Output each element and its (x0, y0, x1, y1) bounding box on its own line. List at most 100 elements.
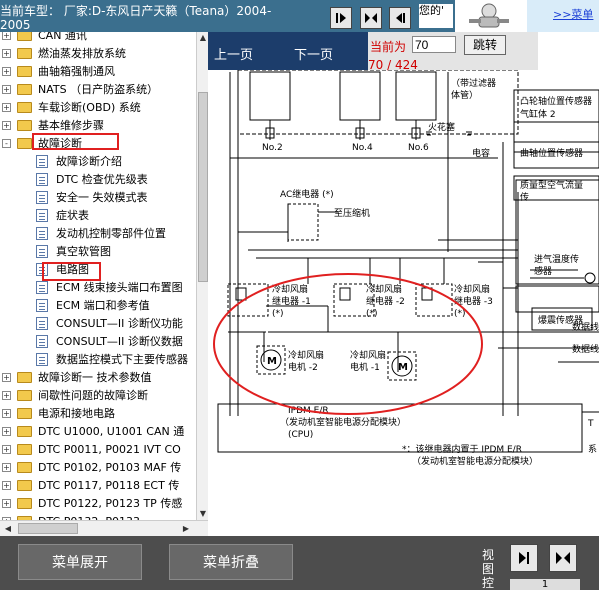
tree-item-label: DTC P0102, P0103 MAF 传 (38, 461, 182, 474)
view-control-label: 视图控 (482, 548, 495, 590)
tree-item-label: 曲轴箱强制通风 (38, 65, 115, 78)
tree-item-label: 电路图 (56, 263, 89, 276)
label-ipdm-3: (CPU) (288, 430, 313, 440)
motor-1-icon: M (398, 362, 408, 373)
folder-icon (17, 32, 32, 41)
folder-icon (17, 462, 32, 473)
ignition-coil-6 (395, 71, 437, 121)
label-intake-temp-1: 进气温度传 (534, 253, 579, 265)
scroll-right-icon[interactable]: ▶ (180, 523, 192, 535)
horizontal-scroll-thumb[interactable] (18, 523, 78, 534)
expand-icon[interactable]: + (2, 427, 11, 436)
tree-item-label: DTC P0117, P0118 ECT 传 (38, 479, 180, 492)
label-intake-temp-2: 感器 (534, 265, 552, 277)
label-right-sys: 系 (588, 444, 597, 455)
expand-icon[interactable]: + (2, 103, 11, 112)
label-spark-plug: 火花塞 (428, 121, 455, 133)
label-no6: No.6 (408, 143, 429, 153)
doc-icon (36, 155, 48, 168)
folder-icon (17, 444, 32, 455)
view-next-button[interactable] (510, 544, 538, 572)
folder-icon (17, 408, 32, 419)
annotation-circle (213, 273, 483, 415)
vehicle-line-2: 2005 (0, 18, 31, 32)
tree-item-label: 安全一 失效模式表 (56, 191, 148, 204)
page-jump-panel: 当前为 跳转 70 / 424 (368, 32, 538, 72)
tree-item-label: 电源和接地电路 (38, 407, 115, 420)
label-fan-relay3-1: 冷却风扇 (454, 283, 490, 295)
motor-2-icon: M (267, 356, 277, 367)
split-view-icon (556, 552, 570, 564)
expand-icon[interactable]: + (2, 85, 11, 94)
doc-icon (36, 353, 48, 366)
ad-banner: >>菜单 (455, 0, 599, 32)
label-no2: No.2 (262, 143, 283, 153)
current-vehicle-label: 当前车型： 厂家:D-东风日产天籁（Teana）2004- 2005 (0, 4, 330, 32)
ac-relay-box (287, 203, 319, 241)
view-page-indicator: 1 (510, 579, 580, 590)
label-camshaft-1: 凸轮轴位置传感器 (520, 95, 592, 107)
menu-link[interactable]: >>菜单 (553, 6, 593, 22)
scroll-left-icon[interactable]: ◀ (2, 523, 14, 535)
doc-icon (36, 281, 48, 294)
prev-page-link[interactable]: 上一页 (214, 44, 253, 63)
tree-item-label: DTC U1000, U1001 CAN 通 (38, 425, 185, 438)
tree-item-label: DTC P0011, P0021 IVT CO (38, 443, 181, 456)
expand-icon[interactable]: + (2, 445, 11, 454)
expand-icon[interactable]: + (2, 49, 11, 58)
label-crankshaft: 曲轴位置传感器 (520, 147, 583, 159)
expand-icon[interactable]: + (2, 463, 11, 472)
folder-icon (17, 138, 32, 149)
label-fan-motor2-1: 冷却风扇 (288, 349, 324, 361)
expand-icon[interactable]: + (2, 67, 11, 76)
next-page-link[interactable]: 下一页 (294, 44, 333, 63)
expand-icon[interactable]: + (2, 481, 11, 490)
tree-item-label: 发动机控制零部件位置 (56, 227, 166, 240)
collapse-menu-button[interactable]: 菜单折叠 (169, 544, 293, 580)
bottom-bar: 菜单展开 菜单折叠 视图控 1 (0, 536, 599, 590)
label-capacitor: 电容 (472, 147, 490, 159)
collapse-icon[interactable]: - (2, 139, 11, 148)
folder-icon (17, 372, 32, 383)
jump-button[interactable]: 跳转 (464, 35, 506, 55)
vertical-scroll-thumb[interactable] (198, 92, 208, 282)
tree-item-label: 燃油蒸发排放系统 (38, 47, 126, 60)
split-view-icon (365, 13, 377, 23)
sidebar-horizontal-scrollbar[interactable]: ◀ ▶ (0, 520, 208, 537)
next-page-button[interactable] (389, 7, 411, 29)
doc-icon (36, 335, 48, 348)
expand-icon[interactable]: + (2, 499, 11, 508)
folder-icon (17, 426, 32, 437)
folder-icon (17, 390, 32, 401)
expand-icon[interactable]: + (2, 391, 11, 400)
tree-item-label: 基本维修步骤 (38, 119, 104, 132)
top-header-bar: 当前车型： 厂家:D-东风日产天籁（Teana）2004- 2005 您的' >… (0, 0, 599, 32)
expand-icon[interactable]: + (2, 32, 11, 40)
page-number-input[interactable] (412, 36, 456, 53)
expand-menu-button[interactable]: 菜单展开 (18, 544, 142, 580)
doc-icon (36, 173, 48, 186)
last-page-icon (396, 13, 405, 23)
label-fan-motor1-2: 电机 -1 (350, 361, 380, 373)
doc-icon (36, 299, 48, 312)
label-to-compressor: 至压缩机 (334, 207, 370, 219)
label-fan-relay2-2: 继电器 -2 (366, 295, 405, 307)
last-page-icon (519, 552, 529, 564)
first-page-button[interactable] (330, 7, 352, 29)
view-split-button[interactable] (549, 544, 577, 572)
prev-page-button[interactable] (360, 7, 382, 29)
tree-item-label: CONSULT—II 诊断仪功能 (56, 317, 183, 330)
expand-icon[interactable]: + (2, 409, 11, 418)
footnote-1: *：该继电器内置于 IPDM E/R (402, 443, 522, 455)
expand-icon[interactable]: + (2, 121, 11, 130)
welcome-text: 您的' (419, 4, 453, 28)
tree-item-label: ECM 线束接头端口布置图 (56, 281, 183, 294)
label-fan-relay1-3: (*) (272, 309, 284, 319)
first-page-icon (336, 13, 346, 23)
tree-item-label: DTC P0122, P0123 TP 传感 (38, 497, 183, 510)
label-data-1: 数据线 (572, 321, 599, 333)
page-status: 70 / 424 (368, 58, 418, 72)
page-nav-bar: 上一页 下一页 (208, 32, 368, 70)
label-fan-relay3-3: (*) (454, 309, 466, 319)
expand-icon[interactable]: + (2, 373, 11, 382)
